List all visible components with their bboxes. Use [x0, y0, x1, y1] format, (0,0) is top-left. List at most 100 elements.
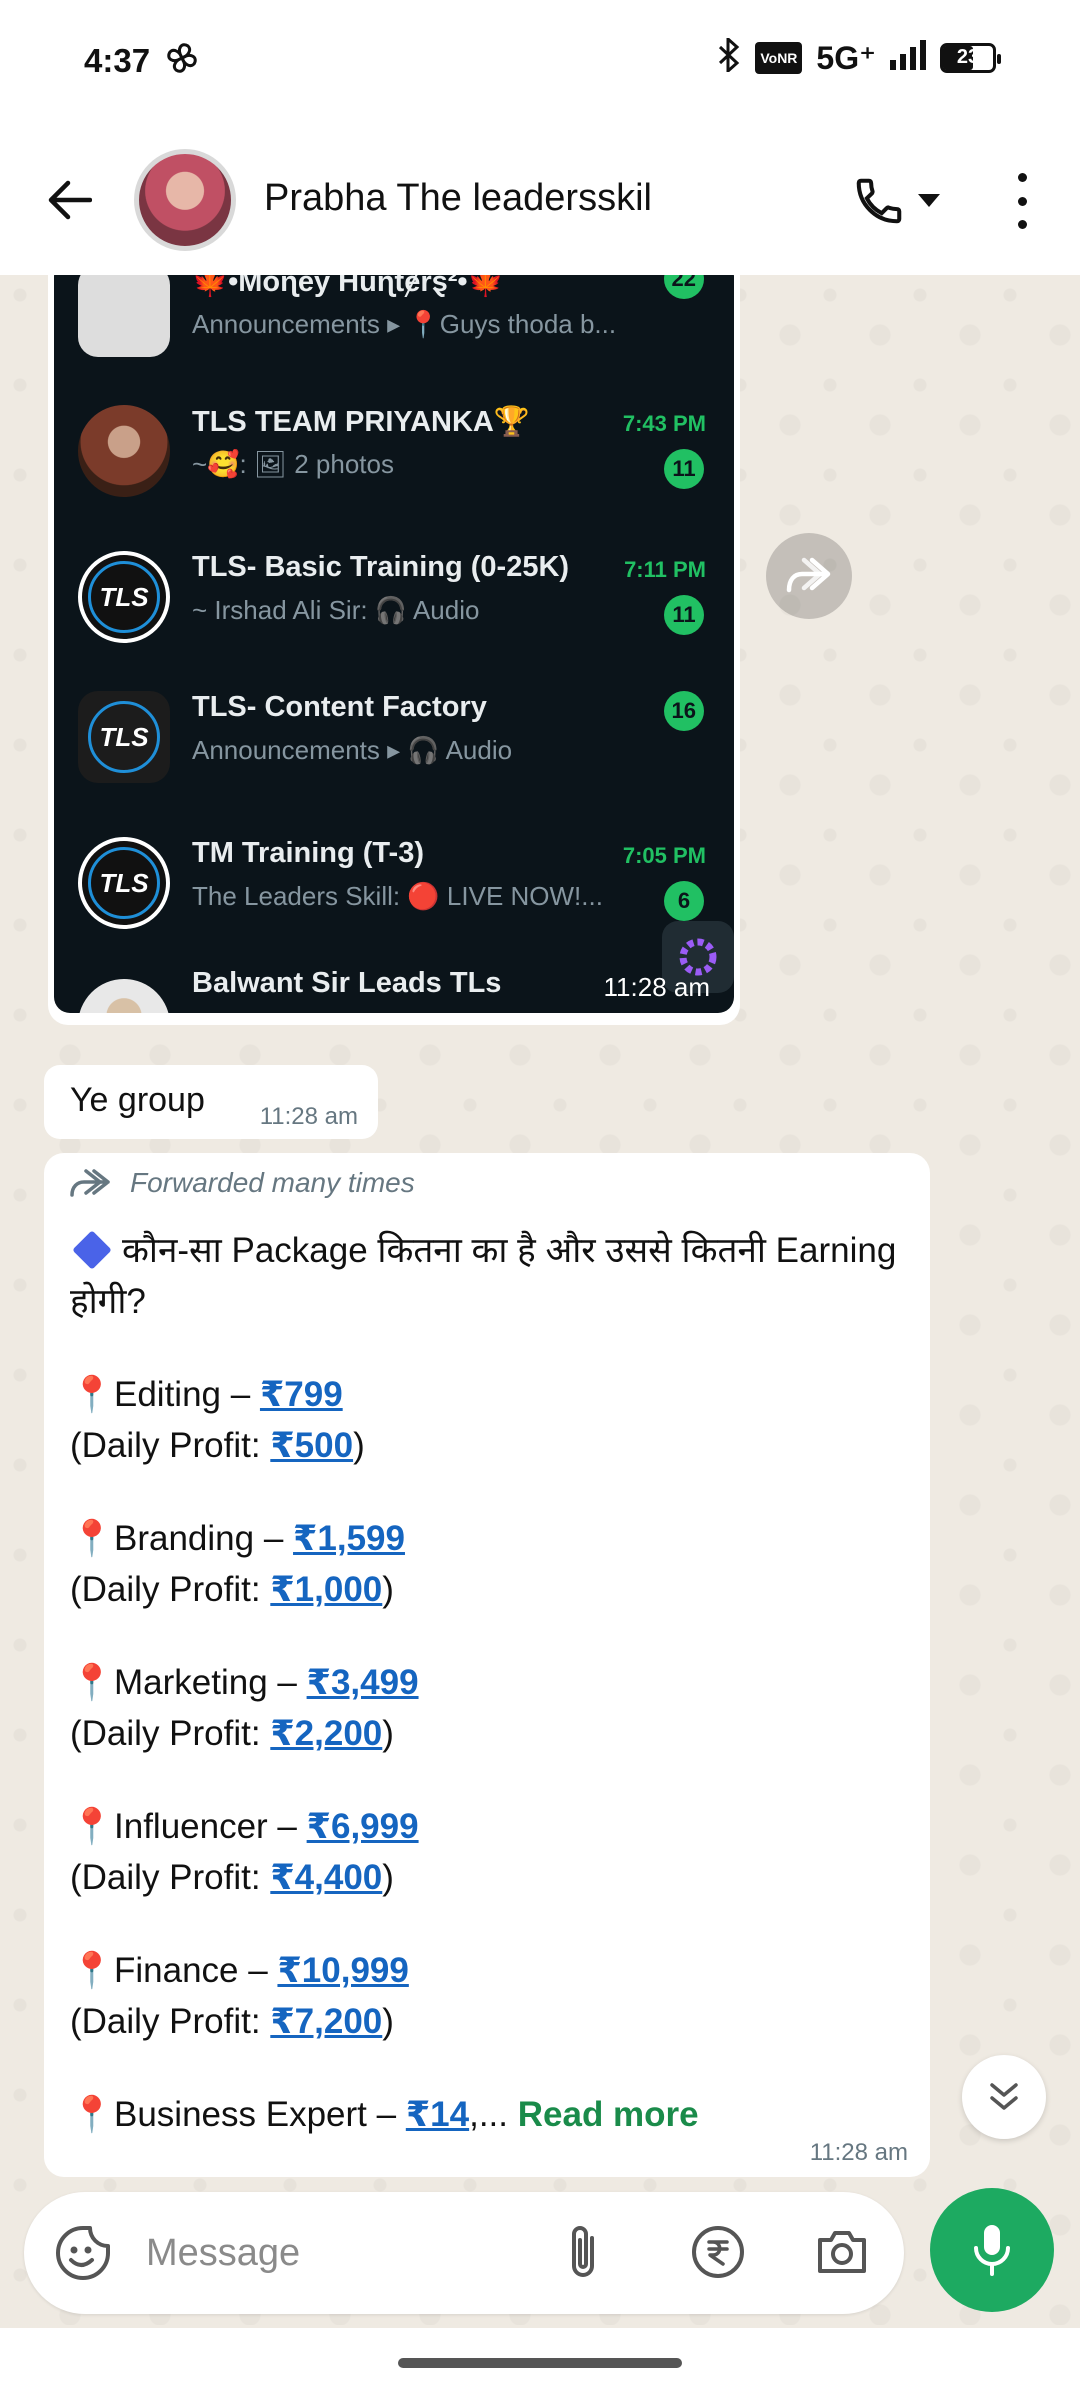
shared-screenshot[interactable]: 🍁•Moɳeÿ Hüɳtɇrȿ²•🍁 Announcements ▸ 📍Guys… [54, 275, 734, 1013]
pin-icon: 📍 [70, 1807, 114, 1846]
sticker-button[interactable] [54, 2224, 112, 2287]
package-name: Marketing – [114, 1663, 307, 1702]
voice-message-button[interactable] [930, 2188, 1054, 2312]
heading-text: कौन-सा Package कितना का है और उससे कितनी… [70, 1231, 897, 1321]
pin-icon: 📍 [70, 2095, 114, 2134]
bluetooth-icon [717, 35, 741, 77]
chat-title: TLS TEAM PRIYANKA🏆 [192, 406, 530, 438]
profit-close: ) [382, 1714, 394, 1753]
home-indicator[interactable] [398, 2358, 682, 2368]
back-button[interactable] [36, 167, 102, 233]
camera-icon [818, 2231, 866, 2273]
package-price-link[interactable]: ₹14 [406, 2095, 469, 2134]
message-heading: कौन-सा Package कितना का है और उससे कितनी… [70, 1225, 910, 1327]
profit-label: (Daily Profit: [70, 1570, 271, 1609]
profit-link[interactable]: ₹2,200 [270, 1714, 382, 1753]
diamond-icon [72, 1230, 112, 1270]
chat-subtitle: Announcements ▸ 🎧 Audio [192, 735, 513, 765]
payment-button[interactable] [688, 2222, 748, 2287]
chat-subtitle: The Leaders Skill: 🔴 LIVE NOW!... [192, 881, 603, 911]
package-item: 📍Finance – ₹10,999 (Daily Profit: ₹7,200… [70, 1945, 910, 2047]
caret-down-icon [918, 194, 940, 207]
package-name: Editing – [114, 1375, 260, 1414]
pin-icon: 📍 [70, 1663, 114, 1702]
image-message-bubble[interactable]: 🍁•Moɳeÿ Hüɳtɇrȿ²•🍁 Announcements ▸ 📍Guys… [48, 275, 740, 1025]
pin-icon: 📍 [70, 1519, 114, 1558]
profit-close: ) [353, 1426, 365, 1465]
profit-link[interactable]: ₹7,200 [270, 2002, 382, 2041]
call-button[interactable] [852, 169, 956, 233]
pin-icon: 📍 [70, 1375, 114, 1414]
system-navigation-bar [0, 2328, 1080, 2392]
forwarded-icon [70, 1169, 110, 1197]
person-photo-icon [78, 979, 170, 1013]
paperclip-icon [572, 2226, 594, 2277]
read-more-link[interactable]: Read more [518, 2095, 699, 2134]
list-item: TLS TEAM PRIYANKA🏆 ~🥰: 🖼 2 photos 7:43 P… [54, 377, 734, 517]
more-options-button[interactable] [1000, 173, 1044, 229]
message-time: 11:28 am [603, 972, 710, 1002]
status-icons: VoNR 5G⁺ 23 [717, 35, 1001, 77]
package-item: 📍Marketing – ₹3,499 (Daily Profit: ₹2,20… [70, 1657, 910, 1759]
package-name: Finance – [114, 1951, 278, 1990]
forwarded-label: Forwarded many times [68, 1167, 415, 1199]
package-price-link[interactable]: ₹799 [260, 1375, 343, 1414]
unread-badge: 11 [664, 595, 704, 635]
message-time: 11:28 am [809, 2139, 908, 2166]
scroll-to-bottom-button[interactable] [962, 2055, 1046, 2139]
message-text: Ye group [70, 1081, 205, 1119]
package-price-link[interactable]: ₹1,599 [293, 1519, 405, 1558]
avatar[interactable] [134, 149, 236, 251]
package-item: 📍Influencer – ₹6,999 (Daily Profit: ₹4,4… [70, 1801, 910, 1903]
pin-icon: 📍 [70, 1951, 114, 1990]
package-price-link[interactable]: ₹10,999 [277, 1951, 408, 1990]
unread-badge: 6 [664, 881, 704, 921]
profit-close: ) [382, 1858, 394, 1897]
phone-icon [856, 178, 902, 224]
contact-name[interactable]: Prabha The leadersskil [264, 177, 652, 220]
chat-subtitle: ~ Irshad Ali Sir: 🎧 Audio [192, 595, 480, 625]
sticker-icon [56, 2226, 110, 2280]
package-item: 📍Editing – ₹799 (Daily Profit: ₹500) [70, 1369, 910, 1471]
package-name: Branding – [114, 1519, 294, 1558]
message-body: कौन-सा Package कितना का है और उससे कितनी… [70, 1225, 910, 2140]
package-name: Influencer – [114, 1807, 307, 1846]
text-message-bubble[interactable]: Ye group 11:28 am [44, 1065, 378, 1139]
package-item: 📍Branding – ₹1,599 (Daily Profit: ₹1,000… [70, 1513, 910, 1615]
profit-link[interactable]: ₹1,000 [270, 1570, 382, 1609]
forwarded-text: Forwarded many times [130, 1167, 415, 1198]
profit-close: ) [382, 2002, 394, 2041]
unread-badge: 22 [663, 275, 704, 299]
message-composer [24, 2192, 904, 2314]
profit-link[interactable]: ₹4,400 [270, 1858, 382, 1897]
status-bar: 4:37 VoNR 5G⁺ 23 [0, 0, 1080, 125]
rupee-icon [692, 2226, 744, 2278]
unread-badge: 11 [664, 449, 704, 489]
network-type: 5G⁺ [816, 39, 876, 76]
battery-level: 23 [956, 46, 980, 68]
battery-icon: 23 [940, 42, 1001, 73]
chat-time: 7:11 PM [624, 557, 706, 582]
truncation-ellipsis: ,... [469, 2095, 518, 2134]
profit-link[interactable]: ₹500 [270, 1426, 353, 1465]
chat-area[interactable]: 🍁•Moɳeÿ Hüɳtɇrȿ²•🍁 Announcements ▸ 📍Guys… [0, 275, 1080, 2325]
chat-title: TM Training (T-3) [192, 837, 424, 869]
chat-subtitle: ~🥰: 🖼 2 photos [192, 449, 394, 479]
tls-community-icon: TLS [78, 691, 170, 783]
message-input[interactable] [146, 2222, 566, 2284]
package-item: 📍Business Expert – ₹14,... Read more [70, 2089, 910, 2140]
forward-button[interactable] [766, 533, 852, 619]
package-price-link[interactable]: ₹3,499 [307, 1663, 419, 1702]
profit-close: ) [382, 1570, 394, 1609]
chat-title: TLS- Basic Training (0-25K) [192, 551, 570, 583]
profit-label: (Daily Profit: [70, 1858, 271, 1897]
chat-subtitle: Announcements ▸ 📍Guys thoda b... [192, 309, 617, 339]
forwarded-message-bubble[interactable]: Forwarded many times कौन-सा Package कितन… [44, 1153, 930, 2177]
chat-header: Prabha The leadersskil [0, 125, 1080, 275]
camera-button[interactable] [812, 2222, 872, 2287]
chat-title: Balwant Sir Leads TLs [192, 967, 502, 999]
package-price-link[interactable]: ₹6,999 [307, 1807, 419, 1846]
profit-label: (Daily Profit: [70, 2002, 271, 2041]
attach-button[interactable] [560, 2220, 606, 2289]
double-chevron-down-icon [990, 2083, 1018, 2110]
